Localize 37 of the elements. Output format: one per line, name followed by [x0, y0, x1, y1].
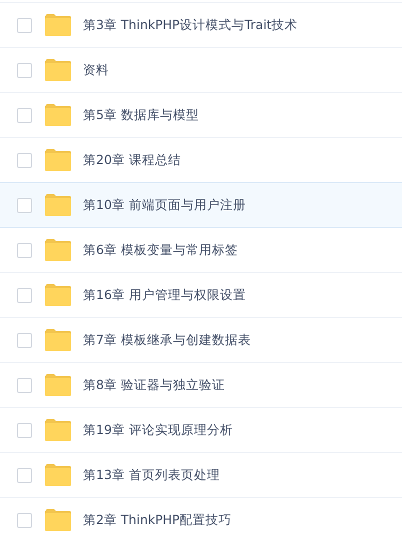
checkbox[interactable] — [17, 422, 32, 438]
folder-icon — [45, 329, 71, 351]
file-name: 第6章 模板变量与常用标签 — [83, 242, 238, 258]
checkbox[interactable] — [17, 108, 32, 122]
checkbox[interactable] — [17, 152, 32, 168]
file-name: 第13章 首页列表页处理 — [83, 466, 220, 484]
folder-icon — [45, 149, 71, 171]
folder-icon — [45, 374, 71, 396]
checkbox[interactable] — [17, 378, 32, 392]
file-name: 第2章 ThinkPHP配置技巧 — [83, 512, 232, 528]
checkbox[interactable] — [17, 512, 32, 528]
file-name: 第5章 数据库与模型 — [83, 106, 199, 124]
folder-icon — [45, 59, 71, 81]
file-name: 第7章 模板继承与创建数据表 — [83, 332, 251, 348]
checkbox[interactable] — [17, 242, 32, 258]
file-name: 第3章 ThinkPHP设计模式与Trait技术 — [83, 16, 298, 34]
file-name: 第19章 评论实现原理分析 — [83, 422, 233, 438]
folder-icon — [45, 239, 71, 261]
checkbox[interactable] — [17, 468, 32, 482]
folder-icon — [45, 509, 71, 531]
folder-icon — [45, 14, 71, 36]
file-name: 第16章 用户管理与权限设置 — [83, 286, 246, 304]
checkbox[interactable] — [17, 62, 32, 78]
file-row[interactable]: 第10章 前端页面与用户注册 — [0, 182, 402, 228]
folder-icon — [45, 284, 71, 306]
file-name: 第8章 验证器与独立验证 — [83, 376, 225, 394]
folder-icon — [45, 419, 71, 441]
folder-icon — [45, 194, 71, 216]
checkbox[interactable] — [17, 198, 32, 212]
checkbox[interactable] — [17, 332, 32, 348]
checkbox[interactable] — [17, 288, 32, 302]
folder-icon — [45, 464, 71, 486]
file-name: 第10章 前端页面与用户注册 — [83, 196, 246, 214]
file-name: 第20章 课程总结 — [83, 152, 181, 168]
checkbox[interactable] — [17, 18, 32, 32]
folder-icon — [45, 104, 71, 126]
file-name: 资料 — [83, 62, 109, 78]
